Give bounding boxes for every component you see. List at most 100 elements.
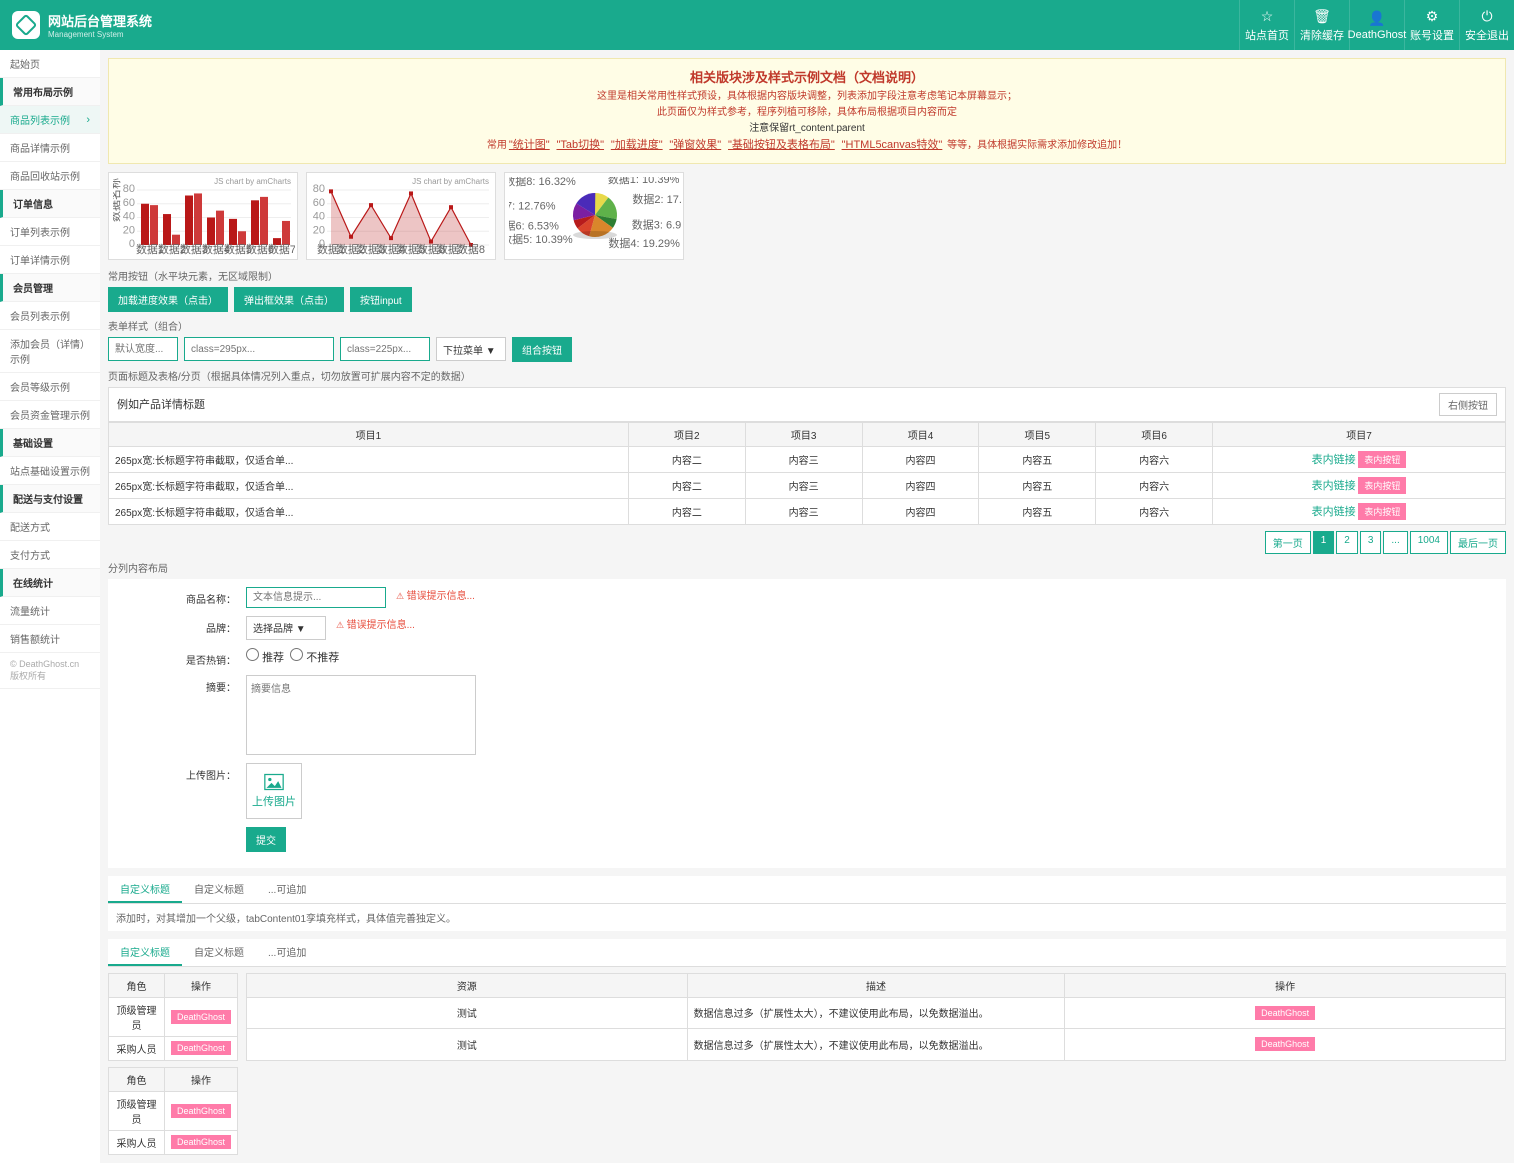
table-link[interactable]: 表内链接 bbox=[1312, 506, 1356, 518]
th-op: 操作 bbox=[164, 1067, 237, 1091]
sidebar-item[interactable]: 配送方式 bbox=[0, 513, 100, 541]
logo-icon bbox=[12, 11, 40, 39]
formstyle-label: 表单样式（组合） bbox=[108, 318, 1506, 333]
page-button[interactable]: 2 bbox=[1336, 531, 1358, 554]
svg-text:数据8: 16.32%: 数据8: 16.32% bbox=[509, 177, 576, 188]
notice-link[interactable]: "Tab切换" bbox=[556, 139, 604, 151]
name-input[interactable] bbox=[246, 587, 386, 608]
sidebar-item[interactable]: 会员资金管理示例 bbox=[0, 401, 100, 429]
sidebar-item[interactable]: 会员列表示例 bbox=[0, 302, 100, 330]
sidebar-item[interactable]: 订单详情示例 bbox=[0, 246, 100, 274]
svg-text:数据7: 12.76%: 数据7: 12.76% bbox=[509, 198, 556, 212]
desc-textarea[interactable] bbox=[246, 675, 476, 755]
table-link[interactable]: 表内链接 bbox=[1312, 454, 1356, 466]
tab2-1[interactable]: 自定义标题 bbox=[108, 939, 182, 966]
sidebar-item[interactable]: 商品详情示例 bbox=[0, 134, 100, 162]
td: 表内链接 表内按钮 bbox=[1213, 446, 1506, 472]
tab-1[interactable]: 自定义标题 bbox=[108, 876, 182, 903]
input-295[interactable] bbox=[184, 337, 334, 361]
table-button[interactable]: 表内按钮 bbox=[1358, 503, 1406, 520]
role-op-button[interactable]: DeathGhost bbox=[171, 1135, 231, 1149]
sidebar-item[interactable]: 销售额统计 bbox=[0, 625, 100, 653]
sidebar-item[interactable]: 商品回收站示例 bbox=[0, 162, 100, 190]
table-header: 项目5 bbox=[979, 422, 1096, 446]
brand-select[interactable]: 选择品牌 ▼ bbox=[246, 616, 326, 640]
res-op-button[interactable]: DeathGhost bbox=[1255, 1006, 1315, 1020]
title-bar-right-button[interactable]: 右侧按钮 bbox=[1439, 393, 1497, 416]
sidebar-header[interactable]: 配送与支付设置 bbox=[0, 485, 100, 513]
sidebar-copyright: © DeathGhost.cn 版权所有 bbox=[0, 653, 100, 689]
notice-link[interactable]: "弹窗效果" bbox=[669, 139, 721, 151]
input-button[interactable]: 按钮input bbox=[350, 287, 412, 312]
td: 内容二 bbox=[628, 472, 745, 498]
header-action[interactable]: 🗑清除缓存 bbox=[1294, 0, 1349, 50]
page-button[interactable]: 3 bbox=[1360, 531, 1382, 554]
sidebar-item[interactable]: 添加会员（详情）示例 bbox=[0, 330, 100, 373]
rec-no-radio[interactable]: 不推荐 bbox=[290, 648, 339, 665]
sidebar-header[interactable]: 常用布局示例 bbox=[0, 78, 100, 106]
tab-add[interactable]: ...可追加 bbox=[256, 876, 318, 903]
tab-2[interactable]: 自定义标题 bbox=[182, 876, 256, 903]
sidebar-item[interactable]: 流量统计 bbox=[0, 597, 100, 625]
sidebar-item[interactable]: 站点基础设置示例 bbox=[0, 457, 100, 485]
td: 265px宽:长标题字符串截取，仅适合单... bbox=[109, 472, 629, 498]
notice-link[interactable]: "HTML5canvas特效" bbox=[842, 139, 943, 151]
notice-link[interactable]: "统计图" bbox=[509, 139, 550, 151]
sidebar-header[interactable]: 基础设置 bbox=[0, 429, 100, 457]
td-role: 采购人员 bbox=[109, 1036, 165, 1060]
td: 内容三 bbox=[745, 446, 862, 472]
combo-button[interactable]: 组合按钮 bbox=[512, 337, 572, 362]
header: 网站后台管理系统 Management System ☆站点首页🗑清除缓存👤De… bbox=[0, 0, 1514, 50]
sidebar-header[interactable]: 订单信息 bbox=[0, 190, 100, 218]
role-op-button[interactable]: DeathGhost bbox=[171, 1104, 231, 1118]
input-225[interactable] bbox=[340, 337, 430, 361]
main-table: 项目1项目2项目3项目4项目5项目6项目7265px宽:长标题字符串截取，仅适合… bbox=[108, 422, 1506, 525]
header-action[interactable]: ⏻安全退出 bbox=[1459, 0, 1514, 50]
page-button[interactable]: ... bbox=[1383, 531, 1407, 554]
dropdown[interactable]: 下拉菜单 ▼ bbox=[436, 337, 506, 361]
brand-label: 品牌： bbox=[116, 616, 246, 635]
input-default[interactable] bbox=[108, 337, 178, 361]
sidebar-item[interactable]: 会员等级示例 bbox=[0, 373, 100, 401]
rec-yes-radio[interactable]: 推荐 bbox=[246, 648, 284, 665]
role-op-button[interactable]: DeathGhost bbox=[171, 1010, 231, 1024]
header-action[interactable]: ☆站点首页 bbox=[1239, 0, 1294, 50]
loading-demo-button[interactable]: 加载进度效果（点击） bbox=[108, 287, 228, 312]
table-button[interactable]: 表内按钮 bbox=[1358, 451, 1406, 468]
page-button[interactable]: 第一页 bbox=[1265, 531, 1311, 554]
header-action[interactable]: ⚙账号设置 bbox=[1404, 0, 1459, 50]
submit-button[interactable]: 提交 bbox=[246, 827, 286, 852]
td-res: 测试 bbox=[247, 1029, 688, 1061]
notice-link[interactable]: "基础按钮及表格布局" bbox=[728, 139, 835, 151]
form-grid: 商品名称： 错误提示信息... 品牌： 选择品牌 ▼ 错误提示信息... 是否热… bbox=[108, 579, 1506, 868]
sidebar-header[interactable]: 会员管理 bbox=[0, 274, 100, 302]
tabs-2: 自定义标题 自定义标题 ...可追加 bbox=[108, 939, 1506, 967]
svg-text:数据名称 Date name: 数据名称 Date name bbox=[113, 177, 122, 222]
header-action[interactable]: 👤DeathGhost bbox=[1349, 0, 1404, 50]
table-header: 项目4 bbox=[862, 422, 979, 446]
tab2-2[interactable]: 自定义标题 bbox=[182, 939, 256, 966]
td-desc: 数据信息过多（扩展性太大），不建议使用此布局，以免数据溢出。 bbox=[687, 997, 1065, 1029]
action-label: 清除缓存 bbox=[1300, 27, 1344, 43]
action-label: 站点首页 bbox=[1245, 27, 1289, 43]
role-op-button[interactable]: DeathGhost bbox=[171, 1041, 231, 1055]
sidebar-item[interactable]: 商品列表示例› bbox=[0, 106, 100, 134]
sidebar-item[interactable]: 订单列表示例 bbox=[0, 218, 100, 246]
upload-button[interactable]: 上传图片 bbox=[246, 763, 302, 819]
sidebar-header[interactable]: 在线统计 bbox=[0, 569, 100, 597]
td: 内容二 bbox=[628, 498, 745, 524]
sidebar-item[interactable]: 支付方式 bbox=[0, 541, 100, 569]
sidebar-start[interactable]: 起始页 bbox=[0, 50, 100, 78]
page-button[interactable]: 1 bbox=[1313, 531, 1335, 554]
page-button[interactable]: 最后一页 bbox=[1450, 531, 1506, 554]
td-role: 顶级管理员 bbox=[109, 1091, 165, 1130]
page-button[interactable]: 1004 bbox=[1410, 531, 1448, 554]
notice-link[interactable]: "加载进度" bbox=[611, 139, 663, 151]
charts-row: JS chart by amCharts 数据名称 Date name02040… bbox=[108, 172, 1506, 260]
modal-demo-button[interactable]: 弹出框效果（点击） bbox=[234, 287, 344, 312]
tab2-add[interactable]: ...可追加 bbox=[256, 939, 318, 966]
table-link[interactable]: 表内链接 bbox=[1312, 480, 1356, 492]
res-op-button[interactable]: DeathGhost bbox=[1255, 1037, 1315, 1051]
role-table-2: 角色操作 顶级管理员DeathGhost 采购人员DeathGhost bbox=[108, 1067, 238, 1155]
table-button[interactable]: 表内按钮 bbox=[1358, 477, 1406, 494]
